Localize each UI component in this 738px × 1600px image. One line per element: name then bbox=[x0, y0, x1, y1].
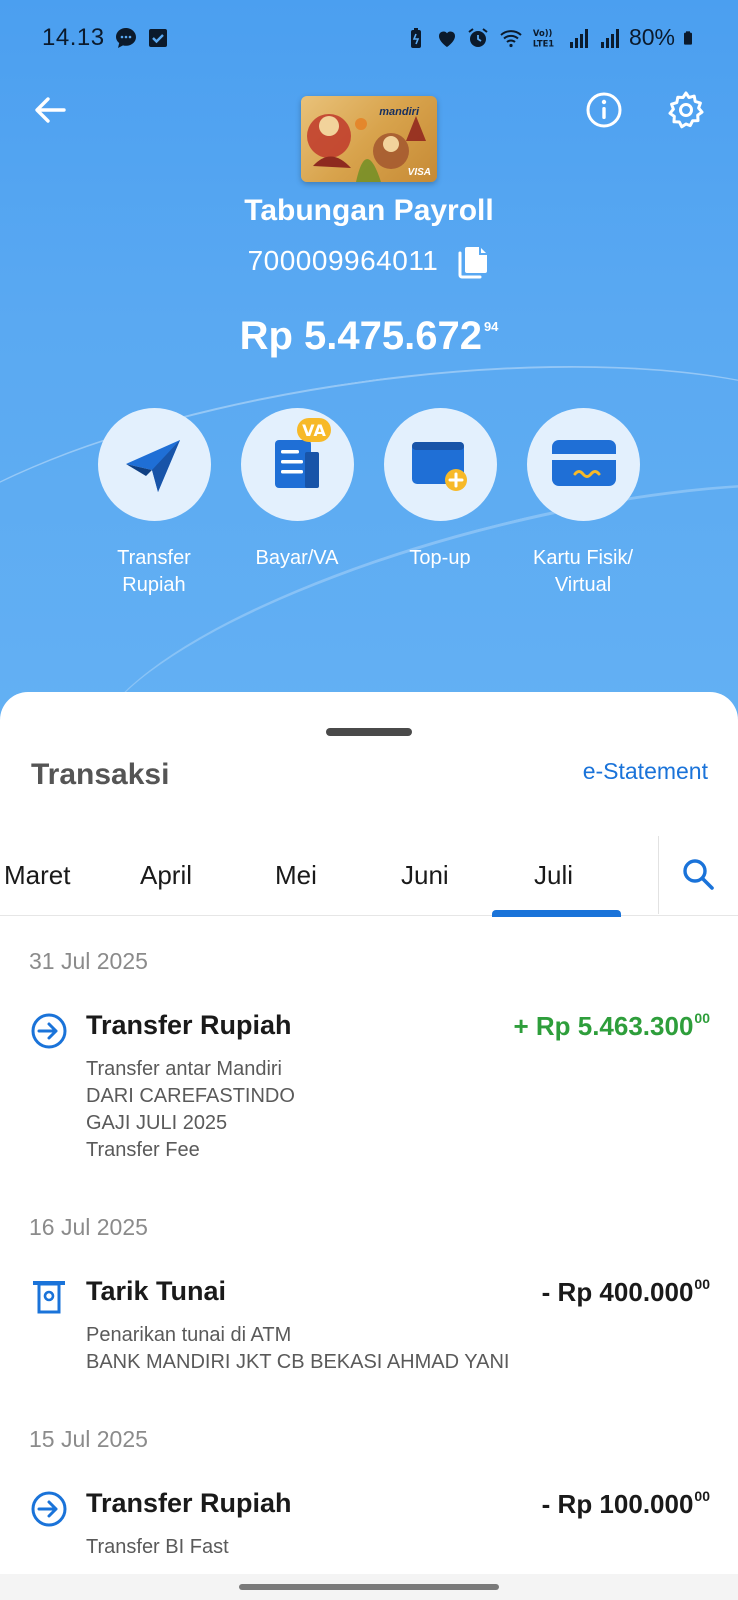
alarm-icon bbox=[468, 27, 488, 47]
transaction-description: Penarikan tunai di ATM BANK MANDIRI JKT … bbox=[86, 1322, 509, 1376]
volte-icon: Vo))LTE1 bbox=[533, 28, 554, 48]
transaction-title: Transfer Rupiah bbox=[86, 1010, 292, 1040]
kartu-fisik-virtual-action[interactable]: Kartu Fisik/Virtual bbox=[508, 408, 658, 599]
description-line: BANK MANDIRI JKT CB BEKASI AHMAD YANI bbox=[86, 1351, 510, 1373]
home-gesture-bar[interactable] bbox=[239, 1584, 499, 1590]
wifi-icon bbox=[500, 29, 522, 47]
signal-icon bbox=[569, 28, 588, 48]
amount-decimal: 00 bbox=[694, 1488, 710, 1504]
battery-saver-icon bbox=[410, 27, 421, 48]
description-line: Transfer antar Mandiri bbox=[86, 1058, 282, 1080]
svg-text:Vo)): Vo)) bbox=[533, 28, 553, 38]
sheet-drag-handle[interactable] bbox=[326, 728, 412, 736]
message-icon bbox=[116, 28, 136, 48]
transaction-amount: - Rp 400.00000 bbox=[542, 1276, 710, 1308]
e-statement-link[interactable]: e-Statement bbox=[583, 758, 708, 785]
paper-plane-icon bbox=[125, 440, 180, 492]
description-line: Transfer Fee bbox=[86, 1139, 200, 1161]
transaction-amount: - Rp 100.00000 bbox=[542, 1488, 710, 1520]
transfer-in-icon bbox=[31, 1491, 67, 1527]
system-nav-bar bbox=[0, 1574, 738, 1600]
action-label: Top-up bbox=[409, 547, 471, 569]
action-label: Virtual bbox=[554, 574, 612, 596]
action-circle[interactable] bbox=[526, 408, 640, 521]
battery-percent: 80% bbox=[628, 24, 675, 50]
action-label: Kartu Fisik/ bbox=[532, 547, 634, 569]
transfer-rupiah-action[interactable]: Transfer Rupiah bbox=[79, 408, 229, 599]
card-network: VISA bbox=[407, 167, 431, 178]
tab-april[interactable]: April bbox=[140, 860, 192, 891]
info-icon[interactable] bbox=[584, 90, 624, 130]
signal-icon bbox=[600, 28, 619, 48]
transaction-date: 15 Jul 2025 bbox=[29, 1426, 148, 1452]
account-number: 700009964011 bbox=[247, 245, 439, 276]
status-bar: 14.13 Vo)) LTE1 80% bbox=[42, 20, 698, 56]
action-circle[interactable]: VA bbox=[240, 408, 354, 521]
action-label: Bayar/VA bbox=[255, 547, 339, 569]
account-number-row: 700009964011 bbox=[0, 242, 738, 280]
atm-withdrawal-icon bbox=[33, 1281, 65, 1314]
tab-maret[interactable]: Maret bbox=[4, 860, 70, 891]
action-circle[interactable] bbox=[383, 408, 497, 521]
gear-icon[interactable] bbox=[666, 90, 706, 130]
balance-decimal: 94 bbox=[483, 319, 499, 334]
battery-icon bbox=[684, 30, 692, 45]
heart-icon bbox=[438, 31, 455, 47]
debit-card-image: mandiri VISA bbox=[301, 96, 437, 182]
account-header: 14.13 Vo)) LTE1 80% mandiri VISA Tabunga… bbox=[0, 0, 738, 720]
search-icon[interactable] bbox=[680, 856, 716, 892]
transaction-description: Transfer antar Mandiri DARI CAREFASTINDO… bbox=[86, 1056, 295, 1164]
amount-decimal: 00 bbox=[694, 1010, 710, 1026]
transaction-date: 16 Jul 2025 bbox=[29, 1214, 148, 1240]
amount-value: - Rp 400.000 bbox=[541, 1277, 694, 1307]
tab-mei[interactable]: Mei bbox=[275, 860, 317, 891]
account-balance: Rp 5.475.672 94 bbox=[0, 314, 738, 359]
tab-juli[interactable]: Juli bbox=[534, 860, 573, 891]
description-line: Penarikan tunai di ATM bbox=[86, 1324, 292, 1346]
copy-icon[interactable] bbox=[456, 242, 490, 280]
action-label: Transfer bbox=[117, 547, 191, 569]
transfer-in-icon bbox=[31, 1013, 67, 1049]
bayar-va-action[interactable]: VA Bayar/VA bbox=[222, 408, 372, 572]
divider bbox=[658, 836, 659, 914]
amount-value: + Rp 5.463.300 bbox=[513, 1011, 694, 1041]
transactions-sheet: Transaksi e-Statement Maret April Mei Ju… bbox=[0, 692, 738, 1600]
transaction-description: Transfer BI Fast bbox=[86, 1534, 229, 1561]
status-time: 14.13 bbox=[42, 24, 105, 51]
transaction-title: Transfer Rupiah bbox=[86, 1488, 292, 1518]
action-circle[interactable] bbox=[97, 408, 211, 521]
selected-tab-indicator bbox=[492, 910, 621, 917]
account-name: Tabungan Payroll bbox=[244, 194, 494, 227]
va-badge: VA bbox=[302, 421, 326, 440]
transaction-amount: + Rp 5.463.30000 bbox=[513, 1010, 710, 1042]
wallet-plus-icon bbox=[411, 442, 467, 491]
month-tabs: Maret April Mei Juni Juli bbox=[0, 836, 738, 917]
transaction-date: 31 Jul 2025 bbox=[29, 948, 148, 974]
amount-value: - Rp 100.000 bbox=[541, 1489, 694, 1519]
amount-decimal: 00 bbox=[694, 1276, 710, 1292]
description-line: Transfer BI Fast bbox=[86, 1536, 229, 1558]
card-brand: mandiri bbox=[379, 106, 419, 118]
checkbox-icon bbox=[149, 29, 167, 47]
svg-text:LTE1: LTE1 bbox=[533, 38, 554, 48]
back-arrow-icon[interactable] bbox=[30, 90, 70, 130]
description-line: DARI CAREFASTINDO bbox=[86, 1085, 295, 1107]
balance-amount: Rp 5.475.672 bbox=[239, 314, 482, 358]
card-icon bbox=[551, 440, 616, 486]
tab-juni[interactable]: Juni bbox=[401, 860, 449, 891]
top-up-action[interactable]: Top-up bbox=[365, 408, 515, 572]
transaction-title: Tarik Tunai bbox=[86, 1276, 227, 1306]
bill-icon: VA bbox=[274, 418, 331, 488]
sheet-title: Transaksi bbox=[31, 758, 170, 791]
description-line: GAJI JULI 2025 bbox=[86, 1112, 228, 1134]
action-label: Rupiah bbox=[122, 574, 186, 596]
